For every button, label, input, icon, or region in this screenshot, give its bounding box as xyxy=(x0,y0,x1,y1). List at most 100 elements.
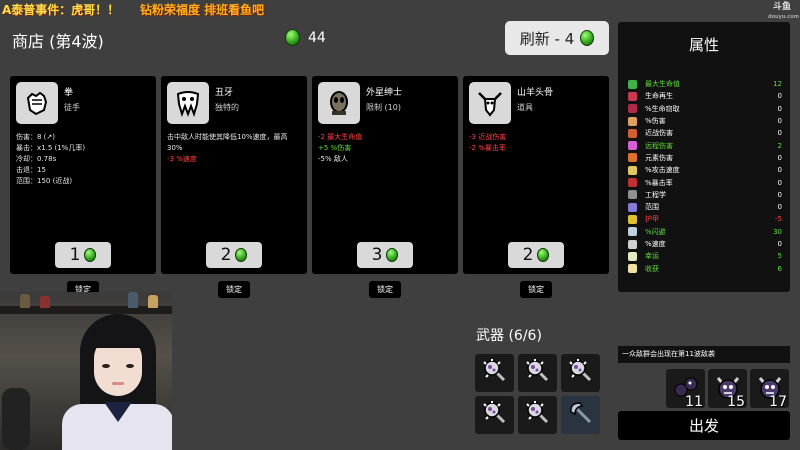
attribute-row[interactable]: 元素伤害 0 xyxy=(628,152,782,164)
lock-button[interactable]: 锁定 xyxy=(369,281,401,298)
mace-icon xyxy=(482,400,508,430)
material-gem-icon xyxy=(386,248,399,262)
enemy-count: 11 xyxy=(685,394,703,410)
attribute-label: 远程伤害 xyxy=(645,141,673,150)
weapon-slot[interactable] xyxy=(475,396,514,434)
attribute-label: 幸运 xyxy=(645,252,659,261)
shop-item-card[interactable]: 外星绅士 限制 (10) -2 最大生命值 +5 %伤害 -5% 敌人 3 xyxy=(312,76,458,274)
attribute-row[interactable]: %闪避 30 xyxy=(628,226,782,238)
item-type: 徒手 xyxy=(64,103,80,112)
buy-button[interactable]: 2 xyxy=(508,242,564,268)
attribute-icon xyxy=(628,251,637,261)
buy-button[interactable]: 3 xyxy=(357,242,413,268)
attribute-row[interactable]: 远程伤害 2 xyxy=(628,139,782,151)
stat-line: 暴击：x1.5 (1%几率) xyxy=(16,144,86,152)
attribute-value: 30 xyxy=(773,227,782,236)
lock-button[interactable]: 锁定 xyxy=(520,281,552,298)
shop-title: 商店 (第4波) xyxy=(12,32,104,51)
stat-line: 伤害：8 (↗) xyxy=(16,133,56,141)
attribute-row[interactable]: 范围 0 xyxy=(628,201,782,213)
attribute-label: 护甲 xyxy=(645,215,659,224)
attribute-icon xyxy=(628,178,637,188)
item-type: 道具 xyxy=(517,103,533,112)
attribute-label: 工程学 xyxy=(645,190,666,199)
weapon-slot[interactable] xyxy=(518,396,557,434)
attribute-row[interactable]: 工程学 0 xyxy=(628,189,782,201)
douyu-watermark: 斗鱼 douyu.com xyxy=(768,2,799,22)
attribute-value: 6 xyxy=(777,264,782,273)
alien-gentleman-icon xyxy=(318,82,360,124)
attribute-value: 5 xyxy=(777,252,782,261)
streamer-webcam xyxy=(0,292,172,450)
enemy-count: 17 xyxy=(769,394,787,410)
attribute-row[interactable]: %速度 0 xyxy=(628,238,782,250)
attribute-value: 0 xyxy=(777,153,782,162)
ugly-tooth-icon xyxy=(167,82,209,124)
attribute-row[interactable]: 护甲 -5 xyxy=(628,213,782,225)
price-value: 2 xyxy=(220,245,232,265)
item-name: 外星绅士 xyxy=(366,88,403,98)
buy-button[interactable]: 1 xyxy=(55,242,111,268)
wave-notice: 一众敌群会出现在第11波敌袭 xyxy=(618,346,790,363)
item-stats: -3 近战伤害 -2 %暴击率 xyxy=(469,132,603,154)
item-stats: 击中敌人时能使其降低10%速度，最高30% -3 %速度 xyxy=(167,132,301,165)
material-gem-icon xyxy=(235,248,248,262)
watermark-sub: douyu.com xyxy=(768,14,799,20)
item-stats: 伤害：8 (↗) 暴击：x1.5 (1%几率) 冷却：0.78s 击退：15 范… xyxy=(16,132,150,187)
stat-line: +5 %伤害 xyxy=(318,144,352,152)
attribute-row[interactable]: 近战伤害 0 xyxy=(628,127,782,139)
shop-item-card[interactable]: 山羊头骨 道具 -3 近战伤害 -2 %暴击率 2 xyxy=(463,76,609,274)
shop-item-card[interactable]: 拳 徒手 伤害：8 (↗) 暴击：x1.5 (1%几率) 冷却：0.78s 击退… xyxy=(10,76,156,274)
marquee-line-2: 钻粉荣福度 排班看鱼吧 xyxy=(140,3,265,17)
material-gem-icon xyxy=(580,30,595,46)
weapon-slot[interactable] xyxy=(518,354,557,392)
attribute-label: 范围 xyxy=(645,203,659,212)
materials-counter: 44 xyxy=(285,29,326,46)
weapon-slot[interactable] xyxy=(561,354,600,392)
attribute-icon xyxy=(628,128,637,138)
buy-button[interactable]: 2 xyxy=(206,242,262,268)
lock-button[interactable]: 锁定 xyxy=(218,281,250,298)
attribute-label: %伤害 xyxy=(645,117,666,126)
attribute-label: %暴击率 xyxy=(645,178,673,187)
attribute-icon xyxy=(628,202,637,212)
attribute-row[interactable]: 最大生命值 12 xyxy=(628,78,782,90)
attribute-row[interactable]: 生命再生 0 xyxy=(628,90,782,102)
attribute-icon xyxy=(628,190,637,200)
enemy-slot: 17 xyxy=(750,369,789,410)
weapons-title: 武器 (6/6) xyxy=(476,328,542,344)
weapon-slot[interactable] xyxy=(561,396,600,434)
microphone xyxy=(2,388,30,450)
attribute-icon xyxy=(628,153,637,163)
attribute-row[interactable]: 幸运 5 xyxy=(628,250,782,262)
weapon-slot[interactable] xyxy=(475,354,514,392)
eye xyxy=(102,364,110,368)
mace-icon xyxy=(482,358,508,388)
attribute-icon xyxy=(628,214,637,224)
shop-item-card[interactable]: 丑牙 独特的 击中敌人时能使其降低10%速度，最高30% -3 %速度 2 xyxy=(161,76,307,274)
go-button[interactable]: 出发 xyxy=(618,411,790,440)
materials-count: 44 xyxy=(308,29,326,46)
stat-line: 击退：15 xyxy=(16,166,46,174)
attribute-row[interactable]: %暴击率 0 xyxy=(628,176,782,188)
stat-line: -3 近战伤害 xyxy=(469,133,507,141)
attribute-value: -5 xyxy=(775,215,782,224)
stat-line: 击中敌人时能使其降低10%速度，最高30% xyxy=(167,133,288,152)
attribute-icon xyxy=(628,165,637,175)
toy-figure xyxy=(148,295,158,308)
attribute-value: 0 xyxy=(777,203,782,212)
attribute-label: 收获 xyxy=(645,264,659,273)
attribute-row[interactable]: 收获 6 xyxy=(628,262,782,274)
attribute-icon xyxy=(628,239,637,249)
item-name: 拳 xyxy=(64,88,74,98)
attribute-icon xyxy=(628,79,637,89)
stat-line: -2 %暴击率 xyxy=(469,144,506,152)
attribute-value: 0 xyxy=(777,104,782,113)
refresh-button[interactable]: 刷新 - 4 xyxy=(505,21,609,55)
mace-icon xyxy=(568,358,594,388)
enemy-preview: 11 15 17 xyxy=(666,369,789,410)
attribute-icon xyxy=(628,116,637,126)
attribute-row[interactable]: %攻击速度 0 xyxy=(628,164,782,176)
attribute-row[interactable]: %伤害 0 xyxy=(628,115,782,127)
attribute-row[interactable]: %生命窃取 0 xyxy=(628,103,782,115)
